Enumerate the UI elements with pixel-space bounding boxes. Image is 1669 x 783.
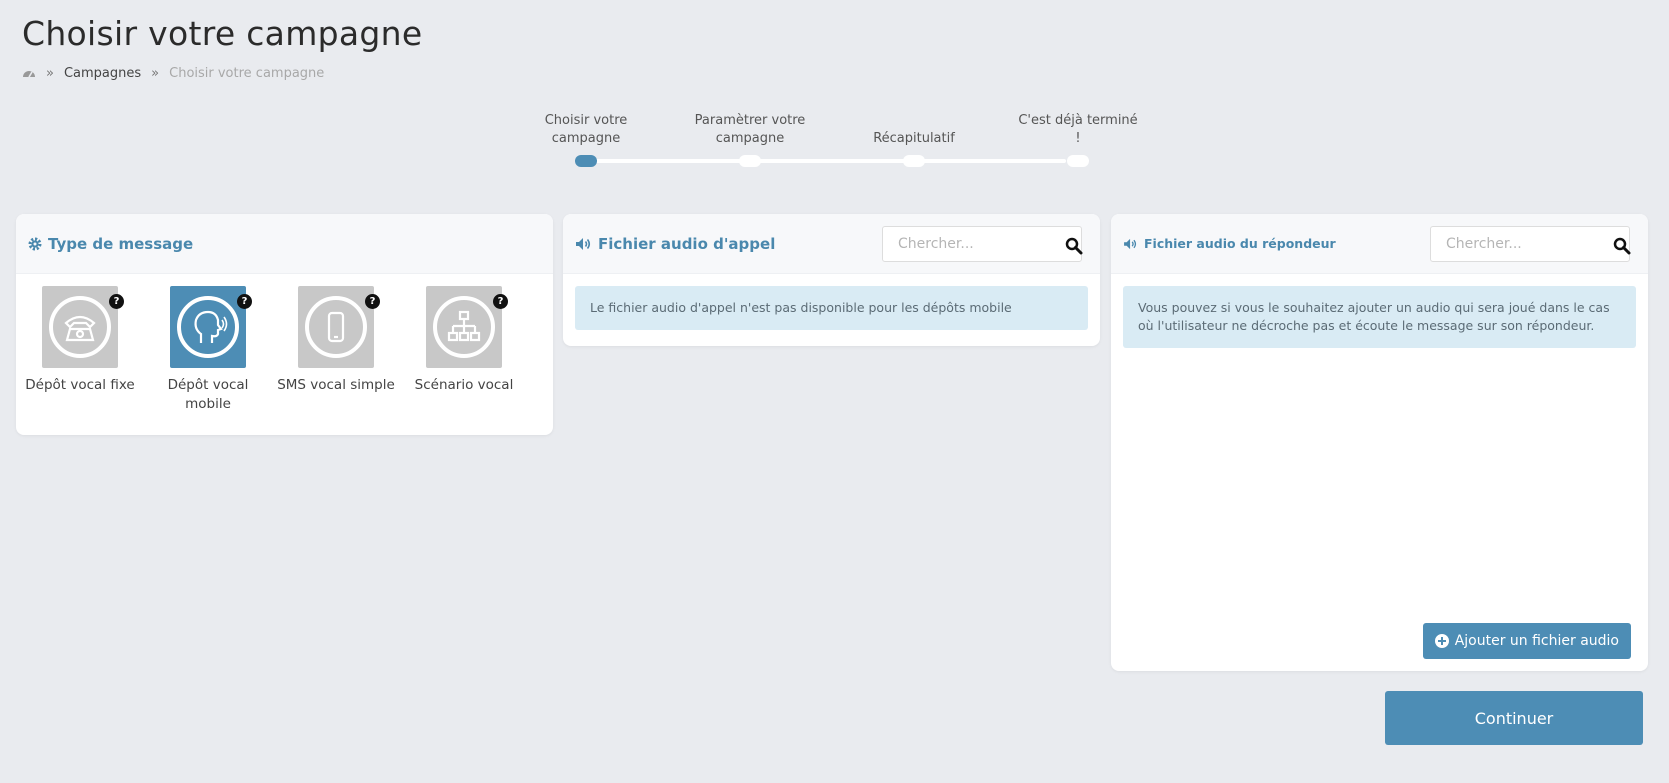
breadcrumb-item-campagnes[interactable]: Campagnes: [64, 66, 141, 81]
add-audio-file-label: Ajouter un fichier audio: [1454, 633, 1619, 649]
add-audio-file-button[interactable]: Ajouter un fichier audio: [1422, 623, 1631, 659]
step-label-3: Récapitulatif: [873, 131, 955, 146]
volume-icon: [576, 237, 591, 250]
type-label: SMS vocal simple: [277, 377, 395, 393]
page-title: Choisir votre campagne: [22, 14, 423, 53]
type-label: Dépôt vocal mobile: [167, 377, 249, 412]
call-audio-title: Fichier audio d'appel: [598, 234, 776, 253]
step-dot-2: [739, 155, 761, 167]
call-audio-panel: Fichier audio d'appel Le fichier audio d…: [563, 214, 1100, 346]
call-audio-header: Fichier audio d'appel: [563, 214, 1100, 274]
mobile-phone-icon: [327, 311, 345, 343]
dashboard-icon[interactable]: [22, 67, 36, 81]
continue-button[interactable]: Continuer: [1385, 691, 1643, 745]
step-dot-4: [1067, 155, 1089, 167]
type-tile-mobile[interactable]: [170, 286, 246, 368]
gear-icon: [28, 237, 42, 250]
type-depot-vocal-fixe[interactable]: ? Dépôt vocal fixe: [16, 286, 144, 414]
step-label-2: Paramètrer votre campagne: [694, 113, 806, 146]
speaking-head-icon: [194, 310, 228, 343]
plus-circle-icon: [1434, 634, 1449, 648]
message-type-header: Type de message: [16, 214, 553, 274]
search-icon[interactable]: [1065, 237, 1083, 255]
type-scenario-vocal[interactable]: ? Scénario vocal: [400, 286, 528, 414]
volume-icon: [1124, 238, 1137, 249]
call-audio-search[interactable]: [882, 226, 1083, 262]
help-icon[interactable]: ?: [237, 294, 252, 309]
voicemail-audio-header: Fichier audio du répondeur: [1111, 214, 1648, 274]
type-tile-scenario[interactable]: [426, 286, 502, 368]
call-audio-info: Le fichier audio d'appel n'est pas dispo…: [575, 286, 1088, 330]
help-icon[interactable]: ?: [365, 294, 380, 309]
message-type-panel: Type de message ? Dépôt vocal fixe ? Dép…: [16, 214, 553, 435]
step-dot-1: [575, 155, 597, 167]
type-label: Scénario vocal: [414, 377, 514, 393]
message-type-title: Type de message: [48, 234, 194, 253]
step-label-4: C'est déjà terminé !: [1018, 113, 1138, 146]
breadcrumb: » Campagnes » Choisir votre campagne: [22, 66, 324, 81]
telephone-icon: [64, 315, 96, 342]
step-track: [575, 159, 1066, 163]
step-label-1: Choisir votre campagne: [544, 113, 628, 146]
search-icon[interactable]: [1613, 237, 1631, 255]
type-sms-vocal-simple[interactable]: ? SMS vocal simple: [272, 286, 400, 414]
call-audio-search-input[interactable]: [883, 235, 1050, 253]
type-tile-sms[interactable]: [298, 286, 374, 368]
voicemail-audio-title: Fichier audio du répondeur: [1144, 236, 1336, 251]
help-icon[interactable]: ?: [493, 294, 508, 309]
type-depot-vocal-mobile[interactable]: ? Dépôt vocal mobile: [144, 286, 272, 414]
step-dot-3: [903, 155, 925, 167]
breadcrumb-separator: »: [46, 66, 54, 81]
breadcrumb-separator: »: [151, 66, 160, 81]
message-type-list: ? Dépôt vocal fixe ? Dépôt vocal mobile: [16, 274, 553, 414]
progress-stepper: Choisir votre campagne Paramètrer votre …: [540, 100, 1138, 180]
sitemap-icon: [447, 310, 481, 342]
breadcrumb-current: Choisir votre campagne: [169, 66, 325, 81]
voicemail-audio-panel: Fichier audio du répondeur Vous pouvez s…: [1111, 214, 1648, 671]
voicemail-audio-search-input[interactable]: [1431, 235, 1598, 253]
type-label: Dépôt vocal fixe: [25, 377, 135, 393]
voicemail-audio-search[interactable]: [1430, 226, 1631, 262]
type-tile-fixe[interactable]: [42, 286, 118, 368]
voicemail-audio-info: Vous pouvez si vous le souhaitez ajouter…: [1123, 286, 1636, 348]
help-icon[interactable]: ?: [109, 294, 124, 309]
